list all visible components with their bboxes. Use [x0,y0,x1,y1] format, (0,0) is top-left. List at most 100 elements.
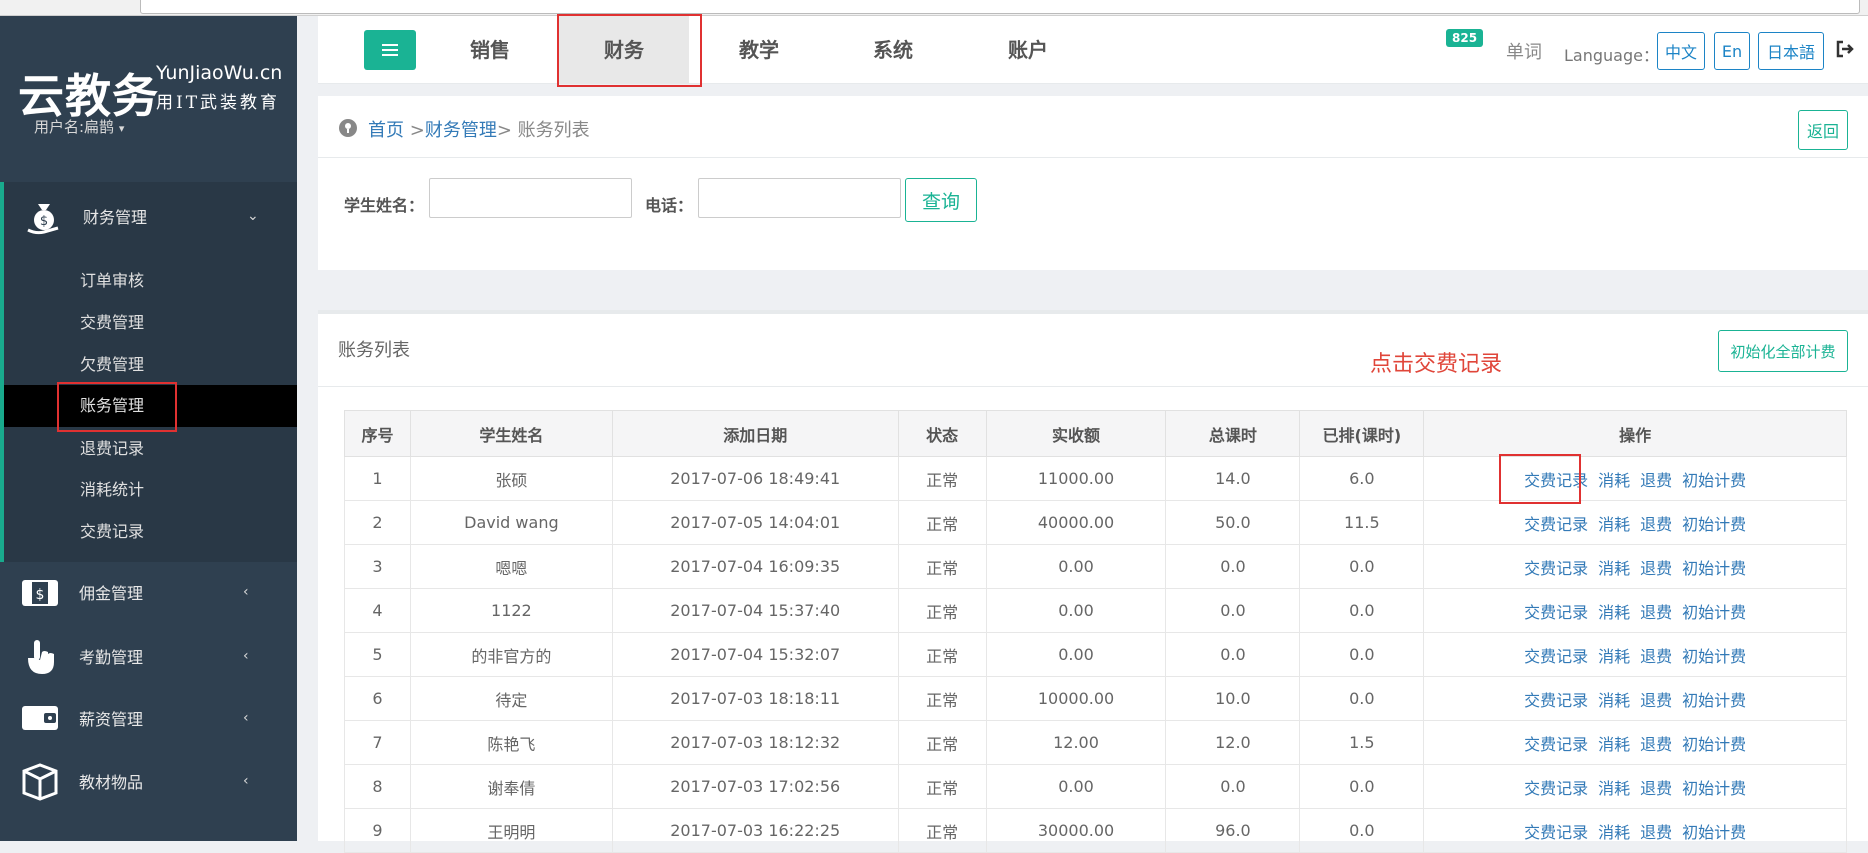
table-cell: 2017-07-03 16:22:25 [611,808,899,853]
init-billing-link[interactable]: 初始计费 [1682,691,1746,710]
payment-record-link[interactable]: 交费记录 [1524,823,1588,842]
consumption-link[interactable]: 消耗 [1598,603,1630,622]
username-label: 用户名:扁鹊 [34,118,115,136]
init-billing-link[interactable]: 初始计费 [1682,647,1746,666]
table-cell: 陈艳飞 [409,720,613,765]
tab-system[interactable]: 系统 [828,16,958,84]
submenu-refund-records[interactable]: 退费记录 [4,428,297,470]
student-name-input[interactable] [429,178,632,218]
table-cell: 2017-07-03 18:18:11 [611,676,899,721]
refund-link[interactable]: 退费 [1640,471,1672,490]
student-name-label: 学生姓名： [344,196,425,215]
table-cell: 14.0 [1165,456,1301,501]
payment-record-link[interactable]: 交费记录 [1524,559,1588,578]
payment-record-link[interactable]: 交费记录 [1524,691,1588,710]
init-billing-link[interactable]: 初始计费 [1682,471,1746,490]
submenu-account-mgmt[interactable]: 账务管理 [4,385,297,427]
init-billing-link[interactable]: 初始计费 [1682,823,1746,842]
table-cell: 12.00 [985,720,1167,765]
lang-ja-button[interactable]: 日本語 [1758,32,1824,70]
submenu-payment-mgmt[interactable]: 交费管理 [4,302,297,344]
refund-link[interactable]: 退费 [1640,647,1672,666]
table-cell: 5 [344,632,411,677]
consumption-link[interactable]: 消耗 [1598,735,1630,754]
payment-record-link[interactable]: 交费记录 [1524,471,1588,490]
payment-record-link[interactable]: 交费记录 [1524,515,1588,534]
back-button[interactable]: 返回 [1798,110,1848,150]
refund-link[interactable]: 退费 [1640,603,1672,622]
table-cell: 1.5 [1299,720,1425,765]
submenu-arrears-mgmt[interactable]: 欠费管理 [4,344,297,386]
table-cell: 30000.00 [985,808,1167,853]
payment-record-link[interactable]: 交费记录 [1524,735,1588,754]
refund-link[interactable]: 退费 [1640,735,1672,754]
column-header: 实收额 [985,410,1167,457]
breadcrumb-section[interactable]: 财务管理 [425,120,497,141]
table-row: 8 谢奉倩 2017-07-03 17:02:56 正常 0.00 0.0 0.0 交费记录消… [344,764,1847,809]
breadcrumb-home[interactable]: 首页 [368,120,404,141]
query-button[interactable]: 查询 [905,178,977,222]
address-bar[interactable] [140,0,1860,14]
init-billing-link[interactable]: 初始计费 [1682,779,1746,798]
consumption-link[interactable]: 消耗 [1598,471,1630,490]
consumption-link[interactable]: 消耗 [1598,823,1630,842]
table-cell: 6.0 [1299,456,1425,501]
wallet-icon [22,706,58,730]
notification-badge: 825 [1446,29,1484,47]
table-row: 1 张硕 2017-07-06 18:49:41 正常 11000.00 14.0 6.0 交… [344,456,1847,501]
sidebar-item-label: 考勤管理 [79,648,144,667]
lang-zh-button[interactable]: 中文 [1657,32,1705,70]
words-link[interactable]: 单词 [1506,38,1542,64]
sidebar-item-salary[interactable]: 薪资管理 ‹ [0,688,297,748]
init-billing-link[interactable]: 初始计费 [1682,603,1746,622]
consumption-link[interactable]: 消耗 [1598,647,1630,666]
table-cell: 7 [344,720,411,765]
notification-indicator[interactable]: 825 [1446,28,1484,47]
consumption-link[interactable]: 消耗 [1598,515,1630,534]
table-cell: 正常 [897,808,987,853]
submenu-order-review[interactable]: 订单审核 [4,260,297,302]
sidebar-item-materials[interactable]: 教材物品 ‹ [0,751,297,811]
hint-annotation: 点击交费记录 [1370,352,1503,377]
table-cell: 0.0 [1299,632,1425,677]
consumption-link[interactable]: 消耗 [1598,559,1630,578]
init-billing-link[interactable]: 初始计费 [1682,559,1746,578]
table-cell: 0.00 [985,632,1167,677]
init-billing-link[interactable]: 初始计费 [1682,515,1746,534]
list-title: 账务列表 [338,340,410,361]
phone-input[interactable] [698,178,901,218]
sidebar-item-commission[interactable]: $ 佣金管理 ‹ [0,562,297,622]
refund-link[interactable]: 退费 [1640,823,1672,842]
table-cell: 正常 [897,720,987,765]
lang-en-button[interactable]: En [1714,32,1750,70]
tab-sales[interactable]: 销售 [425,16,555,84]
refund-link[interactable]: 退费 [1640,779,1672,798]
init-all-billing-button[interactable]: 初始化全部计费 [1718,330,1848,372]
actions-cell: 交费记录 消耗 退费 初始计费 [1423,588,1847,633]
sidebar-item-attendance[interactable]: 考勤管理 ‹ [0,626,297,686]
refund-link[interactable]: 退费 [1640,559,1672,578]
table-cell: 0.0 [1165,764,1301,809]
breadcrumb: 首页 >财务管理> 账务列表 返回 [318,96,1868,158]
sidebar-item-finance[interactable]: $ 财务管理 ⌄ [4,186,301,246]
payment-record-link[interactable]: 交费记录 [1524,603,1588,622]
submenu-consumption-stats[interactable]: 消耗统计 [4,469,297,511]
consumption-link[interactable]: 消耗 [1598,691,1630,710]
init-billing-link[interactable]: 初始计费 [1682,735,1746,754]
menu-toggle-button[interactable] [364,30,416,70]
hand-touch-icon [28,640,54,674]
payment-record-link[interactable]: 交费记录 [1524,647,1588,666]
search-panel: 学生姓名： 电话： 查询 [318,158,1868,270]
payment-record-link[interactable]: 交费记录 [1524,779,1588,798]
actions-cell: 交费记录 消耗 退费 初始计费 [1423,632,1847,677]
logout-icon[interactable] [1836,40,1854,58]
table-row: 5 的非官方的 2017-07-04 15:32:07 正常 0.00 0.0 0.0 交费记… [344,632,1847,677]
refund-link[interactable]: 退费 [1640,515,1672,534]
submenu-payment-records[interactable]: 交费记录 [4,511,297,553]
refund-link[interactable]: 退费 [1640,691,1672,710]
tab-teaching[interactable]: 教学 [694,16,824,84]
user-menu[interactable]: 用户名:扁鹊 ▾ [34,116,124,137]
consumption-link[interactable]: 消耗 [1598,779,1630,798]
tab-account[interactable]: 账户 [963,16,1093,84]
tab-finance[interactable]: 财务 [559,16,689,84]
